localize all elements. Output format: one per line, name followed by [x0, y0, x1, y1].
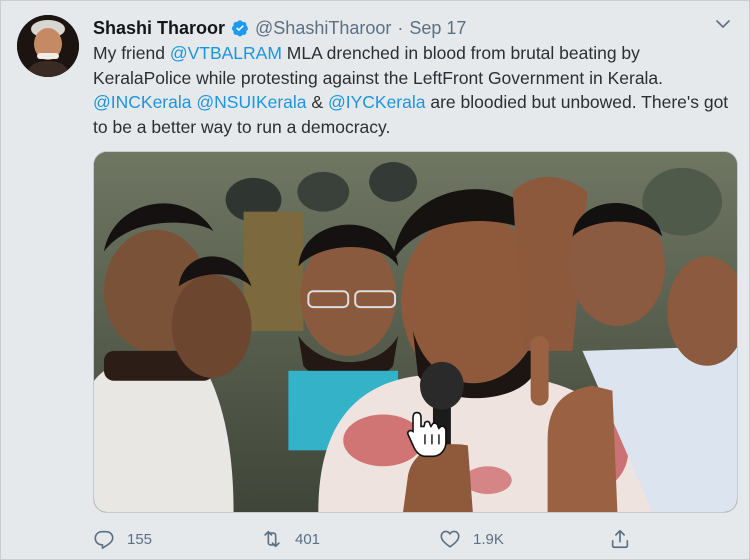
avatar[interactable]	[17, 15, 79, 77]
reply-button[interactable]: 155	[93, 528, 253, 550]
tweet-text: My friend @VTBALRAM MLA drenched in bloo…	[93, 41, 733, 139]
header-separator: ·	[397, 17, 404, 38]
tweet-actions: 155 401 1.9K	[93, 525, 653, 553]
author-name[interactable]: Shashi Tharoor	[93, 18, 225, 39]
tweet-date[interactable]: Sep 17	[409, 18, 466, 39]
author-handle[interactable]: @ShashiTharoor	[255, 18, 391, 39]
tweet-header: Shashi Tharoor @ShashiTharoor · Sep 17	[93, 15, 466, 41]
reply-count: 155	[127, 530, 153, 548]
retweet-icon	[264, 530, 280, 548]
tweet-card[interactable]: Shashi Tharoor @ShashiTharoor · Sep 17 M…	[0, 0, 750, 560]
retweet-count: 401	[295, 530, 321, 548]
share-icon	[611, 529, 629, 549]
like-count: 1.9K	[473, 530, 504, 548]
avatar-image	[17, 15, 79, 77]
tweet-text-part: My friend	[93, 43, 170, 63]
mention-vtbalram[interactable]: @VTBALRAM	[170, 43, 282, 63]
reply-icon	[94, 530, 114, 549]
retweet-button[interactable]: 401	[261, 528, 431, 550]
tweet-photo[interactable]	[93, 151, 738, 513]
tweet-text-part: &	[306, 92, 328, 112]
heart-icon	[440, 530, 460, 548]
chevron-down-icon[interactable]	[713, 15, 733, 35]
mention-iyckerala[interactable]: @IYCKerala	[328, 92, 426, 112]
share-button[interactable]	[609, 528, 631, 550]
verified-badge-icon	[232, 20, 248, 37]
like-button[interactable]: 1.9K	[439, 528, 615, 550]
mention-nsuikerala[interactable]: @NSUIKerala	[196, 92, 306, 112]
mention-inckerala[interactable]: @INCKerala	[93, 92, 192, 112]
protest-photo	[94, 152, 737, 512]
